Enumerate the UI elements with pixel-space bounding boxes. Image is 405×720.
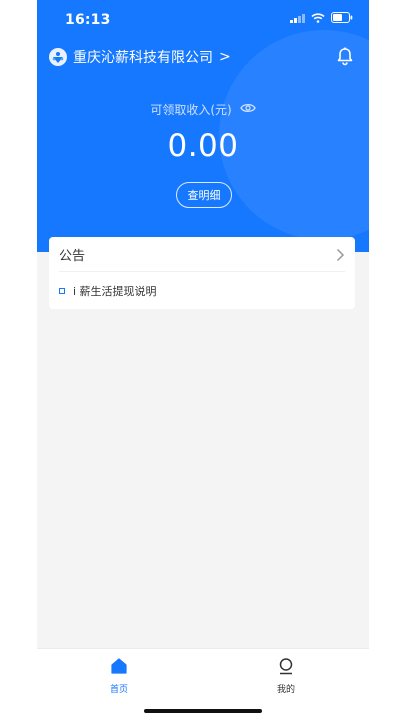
home-indicator — [144, 709, 262, 713]
bell-icon[interactable] — [335, 46, 355, 66]
tab-home[interactable]: 首页 — [84, 657, 154, 695]
chevron-right-icon — [336, 247, 345, 266]
status-time: 16:13 — [65, 12, 111, 28]
user-icon — [277, 657, 295, 679]
status-bar: 16:13 — [37, 0, 369, 40]
eye-icon[interactable] — [239, 102, 256, 117]
status-icons — [290, 12, 353, 23]
tab-home-label: 首页 — [109, 685, 128, 695]
battery-icon — [331, 12, 353, 23]
company-selector[interactable]: 重庆沁薪科技有限公司 > — [49, 45, 231, 69]
phone-screen: 16:13 重庆沁薪科技有限公司 > 可领取收入(元) 0.00 查明细 公告 … — [37, 0, 369, 720]
signal-icon — [290, 13, 305, 23]
view-details-button[interactable]: 查明细 — [176, 182, 232, 208]
home-icon — [110, 657, 128, 679]
notice-divider — [59, 271, 345, 272]
income-label: 可领取收入(元) — [150, 103, 232, 117]
chevron-right-icon: > — [219, 49, 231, 65]
company-logo-icon — [49, 48, 67, 66]
income-amount: 0.00 — [167, 128, 239, 164]
notice-card: 公告 i 薪生活提现说明 — [49, 237, 355, 309]
notice-item[interactable]: i 薪生活提现说明 — [59, 283, 157, 299]
notice-title: 公告 — [59, 248, 86, 264]
wifi-icon — [311, 12, 325, 23]
income-header: 16:13 重庆沁薪科技有限公司 > 可领取收入(元) 0.00 查明细 — [37, 0, 369, 252]
tab-mine[interactable]: 我的 — [251, 657, 321, 695]
company-name: 重庆沁薪科技有限公司 — [73, 50, 213, 66]
tab-mine-label: 我的 — [276, 685, 295, 695]
bullet-icon — [59, 288, 65, 294]
notice-item-text: i 薪生活提现说明 — [73, 285, 157, 298]
income-label-row: 可领取收入(元) — [37, 101, 369, 118]
notice-header[interactable]: 公告 — [49, 237, 355, 271]
